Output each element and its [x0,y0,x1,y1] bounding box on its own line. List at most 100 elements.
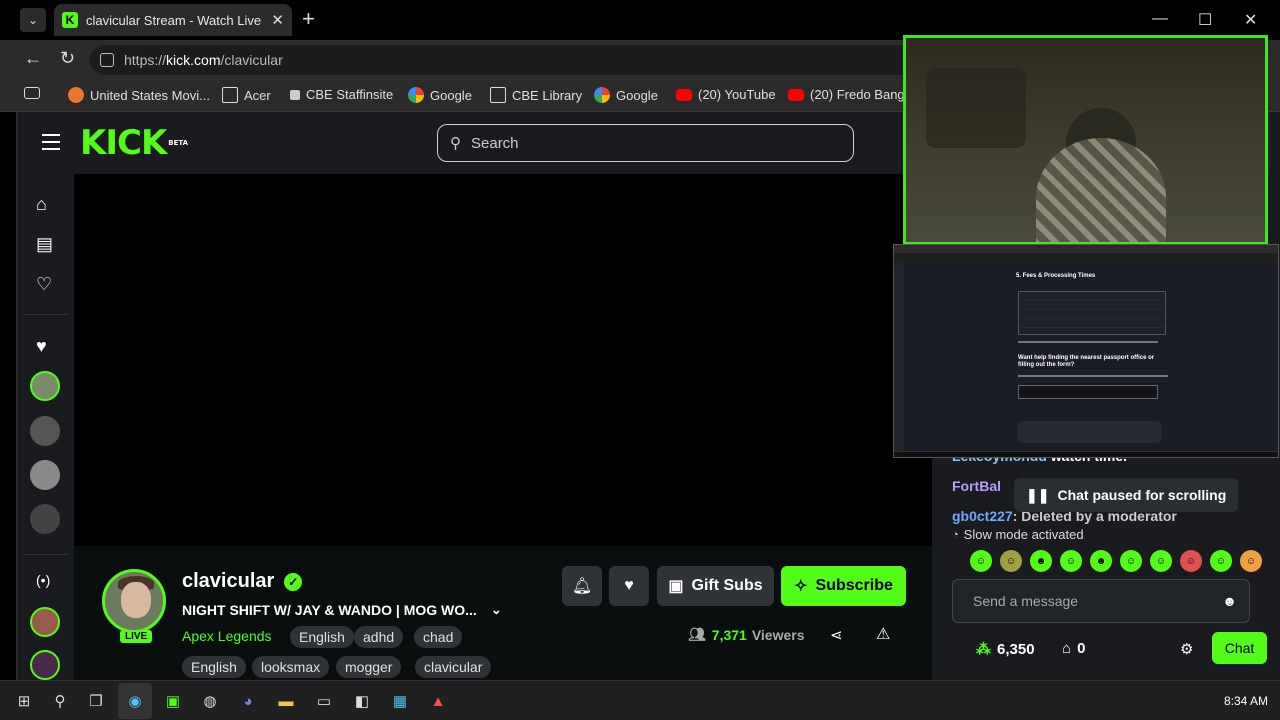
followed-channel-avatar[interactable] [30,371,60,401]
emote-icon[interactable]: ☺ [970,550,992,572]
emote-icon[interactable]: ☺ [1180,550,1202,572]
emote-icon[interactable]: ☻ [1030,550,1052,572]
back-button[interactable]: ← [24,48,42,69]
search-icon[interactable]: ⚲ [50,691,70,711]
bookmark-label: Acer [244,87,271,103]
search-input[interactable]: ⚲ Search [437,124,854,162]
chat-settings-gear-icon[interactable]: ⚙ [1180,640,1193,658]
emote-icon[interactable]: ☻ [1090,550,1112,572]
stream-info: LIVE clavicular ✓ NIGHT SHIFT W/ JAY & W… [74,546,932,680]
page-icon [290,89,300,100]
start-windows-icon[interactable]: ⊞ [14,691,34,711]
emote-icon[interactable]: ☺ [1150,550,1172,572]
tag-pill[interactable]: chad [414,626,463,648]
followed-channel-avatar[interactable] [30,416,60,446]
emote-icon[interactable]: ☺ [1060,550,1082,572]
bookmark-item[interactable]: Acer [222,87,271,103]
menu-icon[interactable] [42,134,60,150]
message-placeholder: Send a message [973,593,1079,609]
followed-channel-avatar[interactable] [30,460,60,490]
bookmark-label: CBE Staffinsite [306,87,394,102]
emote-icon[interactable]: ☺ [1000,550,1022,572]
app-icon[interactable]: ◧ [352,691,372,711]
channel-avatar[interactable] [102,569,166,633]
tag-pill[interactable]: clavicular [415,656,492,678]
file-explorer-icon[interactable]: ▬ [276,691,296,711]
follow-button[interactable]: ♥ [609,566,649,606]
tag-pill[interactable]: adhd [354,626,404,648]
tag-pill[interactable]: English [290,626,354,648]
webcam-overlay [903,35,1268,245]
logo-text: KICK [80,123,167,163]
subscribe-button[interactable]: ✧ Subscribe [781,566,906,606]
sparkle-icon: ✧ [794,578,808,595]
stream-title-text: NIGHT SHIFT W/ JAY & WANDO | MOG WO... [182,602,477,618]
bookmark-item[interactable]: CBE Staffinsite [290,87,393,102]
followed-channel-avatar[interactable] [30,504,60,534]
lock-icon [100,53,114,67]
video-player[interactable] [74,174,932,546]
bookmark-item[interactable]: Google [594,87,658,103]
terminal-icon[interactable]: ▭ [314,691,334,711]
chevron-down-icon[interactable]: ⌄ [491,602,502,618]
recommended-channel-avatar[interactable] [30,650,60,680]
store-app-icon[interactable]: ▦ [390,691,410,711]
bookmark-item[interactable]: United States Movi... [68,87,210,103]
category-link[interactable]: Apex Legends [182,628,272,644]
gift-subs-button[interactable]: ▣ Gift Subs [657,566,774,606]
bookmark-item[interactable]: Google [408,87,472,103]
emote-icon[interactable]: ☺ [1210,550,1232,572]
bookmark-item[interactable]: (20) YouTube [676,87,776,102]
home-icon[interactable]: ⌂ [36,194,47,215]
store-button[interactable]: ⌂ 0 [1062,640,1085,657]
overlay-question: Want help finding the nearest passport o… [1018,355,1155,368]
notifications-button[interactable]: 🔔︎ [562,566,602,606]
channel-name[interactable]: clavicular ✓ [182,570,303,593]
store-count: 0 [1077,640,1086,657]
browser-tab[interactable]: K clavicular Stream - Watch Live on Kick… [54,4,292,36]
tag-pill[interactable]: mogger [336,656,402,678]
following-heart-icon[interactable]: ♡ [36,274,52,295]
task-view-icon[interactable]: ❐ [86,691,106,711]
kick-logo[interactable]: KICK BETA [80,126,188,160]
close-tab-icon[interactable]: ✕ [271,11,284,29]
maximize-button[interactable]: ☐ [1198,10,1212,30]
gift-subs-label: Gift Subs [691,577,763,594]
emoji-picker-icon[interactable]: ☻ [1222,593,1237,609]
overlay-heading: 5. Fees & Processing Times [1016,273,1096,279]
send-chat-button[interactable]: Chat [1212,632,1267,664]
google-icon [594,87,610,103]
left-sidebar: ⌂ ▤ ♡ ♥ (•) [18,174,74,680]
new-tab-button[interactable]: + [302,8,315,30]
bookmark-sidebar-toggle[interactable] [24,87,46,99]
chat-message: FortBal [952,478,1001,494]
edge-icon[interactable]: ◉ [125,691,145,711]
emote-icon[interactable]: ☺ [1120,550,1142,572]
bookmark-item[interactable]: (20) Fredo Bang [788,87,905,102]
minimize-button[interactable]: — [1152,10,1168,28]
tag-pill[interactable]: looksmax [252,656,330,678]
url-domain: kick.com [166,52,221,68]
store-icon: ⌂ [1062,640,1072,657]
close-window-button[interactable]: ✕ [1244,10,1257,30]
overlay-table [1018,291,1166,335]
report-icon[interactable]: ⚠ [876,624,890,644]
browse-icon[interactable]: ▤ [36,234,53,255]
recommended-channel-avatar[interactable] [30,607,60,637]
tag-pill[interactable]: English [182,656,246,678]
chat-username[interactable]: FortBal [952,478,1001,494]
discord-icon[interactable]: ◕ [238,691,258,711]
chat-message-input[interactable]: Send a message ☻ [952,579,1250,623]
app-icon[interactable]: ▲ [428,691,448,711]
tab-list-button[interactable]: ⌄ [20,8,46,32]
steam-icon[interactable]: ◍ [200,691,220,711]
points-icon: ⁂ [976,641,991,658]
bookmark-item[interactable]: CBE Library [490,87,582,103]
share-icon[interactable]: ⋖ [830,626,843,644]
chat-username[interactable]: gb0ct227 [952,508,1013,524]
reload-button[interactable]: ↻ [60,48,75,69]
emote-icon[interactable]: ☺ [1240,550,1262,572]
kick-app-icon[interactable]: ▣ [163,691,183,711]
chat-paused-banner[interactable]: ❚❚ Chat paused for scrolling [1014,478,1239,512]
channel-points[interactable]: ⁂ 6,350 [976,640,1035,659]
